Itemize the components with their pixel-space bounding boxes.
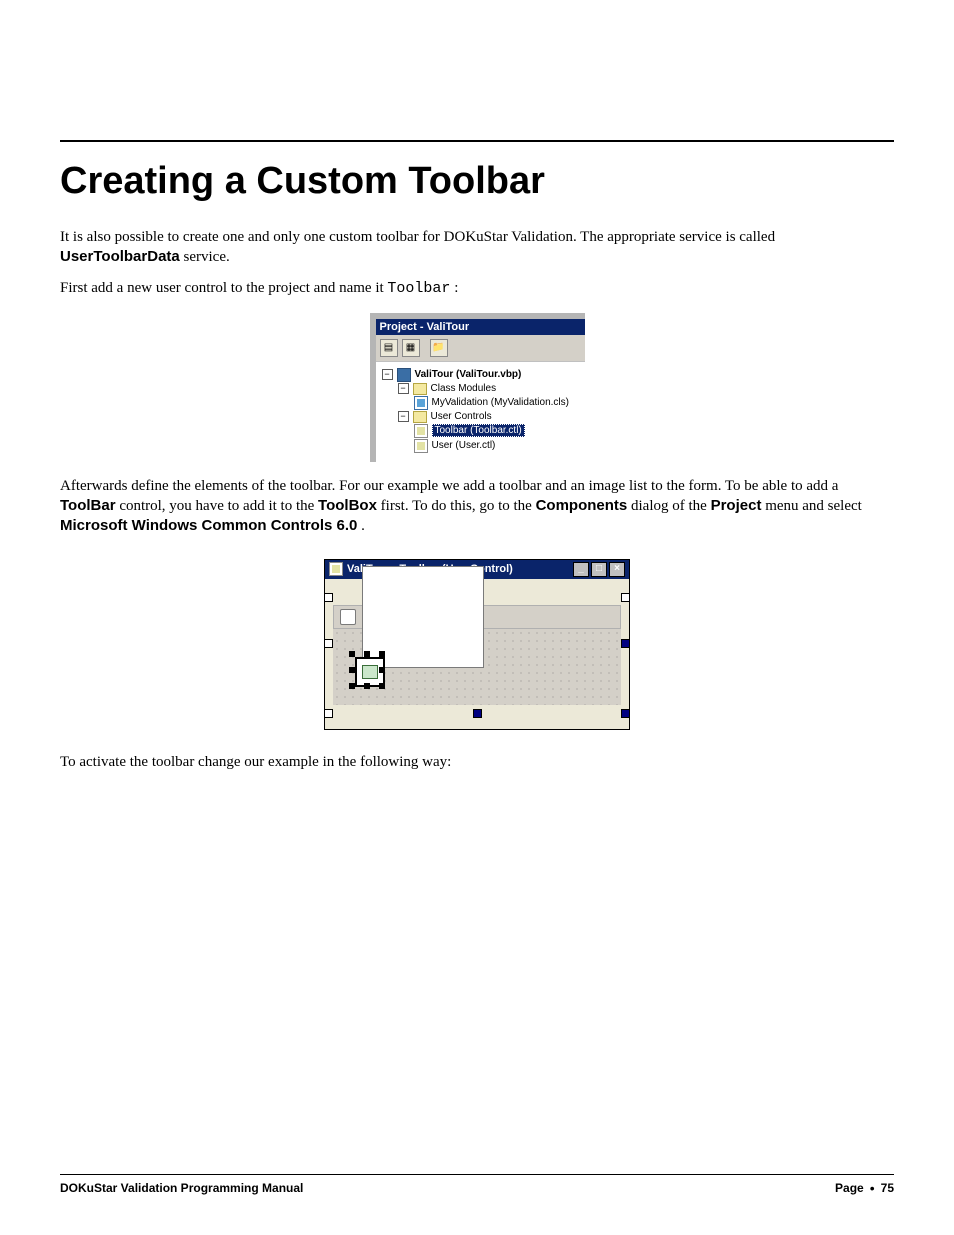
paragraph-2: First add a new user control to the proj…: [60, 278, 894, 299]
section-rule: [60, 140, 894, 142]
selection-handle: [349, 651, 355, 657]
toolbar-control: [333, 605, 621, 629]
folder-view-icon: 📁: [430, 339, 448, 357]
footer-page-number: 75: [881, 1181, 894, 1195]
folder-icon: [413, 383, 427, 395]
tree-folder-user-controls: − User Controls: [382, 411, 581, 424]
tree-root: − ValiTour (ValiTour.vbp): [382, 368, 581, 383]
text: :: [454, 280, 458, 296]
selection-handle: [364, 683, 370, 689]
selection-handle: [349, 667, 355, 673]
collapse-icon: −: [382, 369, 393, 380]
resize-handle: [621, 639, 630, 648]
project-icon: [397, 368, 411, 382]
minimize-button-icon: _: [573, 562, 589, 577]
text: service.: [184, 249, 230, 265]
resize-handle: [324, 709, 333, 718]
resize-handle: [324, 639, 333, 648]
term-common-controls: Microsoft Windows Common Controls 6.0: [60, 517, 357, 534]
tree-root-label: ValiTour (ValiTour.vbp): [415, 369, 522, 380]
text: It is also possible to create one and on…: [60, 229, 775, 245]
folder-icon: [413, 411, 427, 423]
resize-handle: [621, 709, 630, 718]
bullet-icon: •: [870, 1181, 875, 1195]
project-pane-toolbar: ▤ ▦ 📁: [376, 335, 585, 362]
usercontrol-icon: [329, 562, 343, 576]
tree-item-toolbar: Toolbar (Toolbar.ctl): [382, 424, 581, 439]
term-project-menu: Project: [711, 497, 762, 514]
folder-label: User Controls: [431, 411, 492, 422]
selection-handle: [349, 683, 355, 689]
service-name: UserToolbarData: [60, 248, 180, 265]
selection-handle: [379, 667, 385, 673]
new-doc-icon: [340, 609, 356, 625]
resize-handle: [473, 709, 482, 718]
figure-project-tree: Project - ValiTour ▤ ▦ 📁 − ValiTour (Val…: [370, 313, 585, 462]
tree-item-selected-label: Toolbar (Toolbar.ctl): [432, 424, 525, 437]
tree-item-label: MyValidation (MyValidation.cls): [432, 397, 569, 408]
paragraph-1: It is also possible to create one and on…: [60, 227, 894, 268]
selection-handle: [364, 651, 370, 657]
tree-folder-class-modules: − Class Modules: [382, 383, 581, 396]
collapse-icon: −: [398, 383, 409, 394]
folder-label: Class Modules: [431, 383, 497, 394]
view-object-icon: ▦: [402, 339, 420, 357]
term-toolbox: ToolBox: [318, 497, 377, 514]
page-footer: DOKuStar Validation Programming Manual P…: [60, 1174, 894, 1195]
figure-usercontrol-designer: ValiTour - Toolbar (UserControl) _ □ ×: [324, 559, 630, 730]
designer-surface: [325, 579, 629, 729]
paragraph-4: To activate the toolbar change our examp…: [60, 752, 894, 772]
footer-page-label: Page: [835, 1181, 864, 1195]
view-code-icon: ▤: [380, 339, 398, 357]
text: .: [361, 518, 365, 534]
code-term: Toolbar: [387, 280, 450, 297]
resize-handle: [324, 593, 333, 602]
text: First add a new user control to the proj…: [60, 280, 387, 296]
selection-handle: [379, 683, 385, 689]
term-toolbar: ToolBar: [60, 497, 116, 514]
usercontrol-icon: [414, 439, 428, 453]
project-pane-title: Project - ValiTour: [376, 319, 585, 335]
resize-handle: [621, 593, 630, 602]
usercontrol-icon: [414, 424, 428, 438]
text: first. To do this, go to the: [381, 498, 536, 514]
tree-item-class: MyValidation (MyValidation.cls): [382, 396, 581, 411]
maximize-button-icon: □: [591, 562, 607, 577]
text: dialog of the: [631, 498, 711, 514]
selection-handle: [379, 651, 385, 657]
collapse-icon: −: [398, 411, 409, 422]
text: menu and select: [765, 498, 862, 514]
paragraph-3: Afterwards define the elements of the to…: [60, 476, 894, 537]
tree-item-user: User (User.ctl): [382, 439, 581, 454]
text: Afterwards define the elements of the to…: [60, 478, 838, 494]
tree-item-label: User (User.ctl): [432, 440, 496, 451]
class-module-icon: [414, 396, 428, 410]
project-tree: − ValiTour (ValiTour.vbp) − Class Module…: [376, 362, 585, 462]
footer-manual-title: DOKuStar Validation Programming Manual: [60, 1181, 303, 1195]
text: control, you have to add it to the: [119, 498, 318, 514]
close-button-icon: ×: [609, 562, 625, 577]
page-heading: Creating a Custom Toolbar: [60, 160, 894, 203]
imagelist-glyph-icon: [362, 665, 378, 679]
term-components: Components: [536, 497, 628, 514]
